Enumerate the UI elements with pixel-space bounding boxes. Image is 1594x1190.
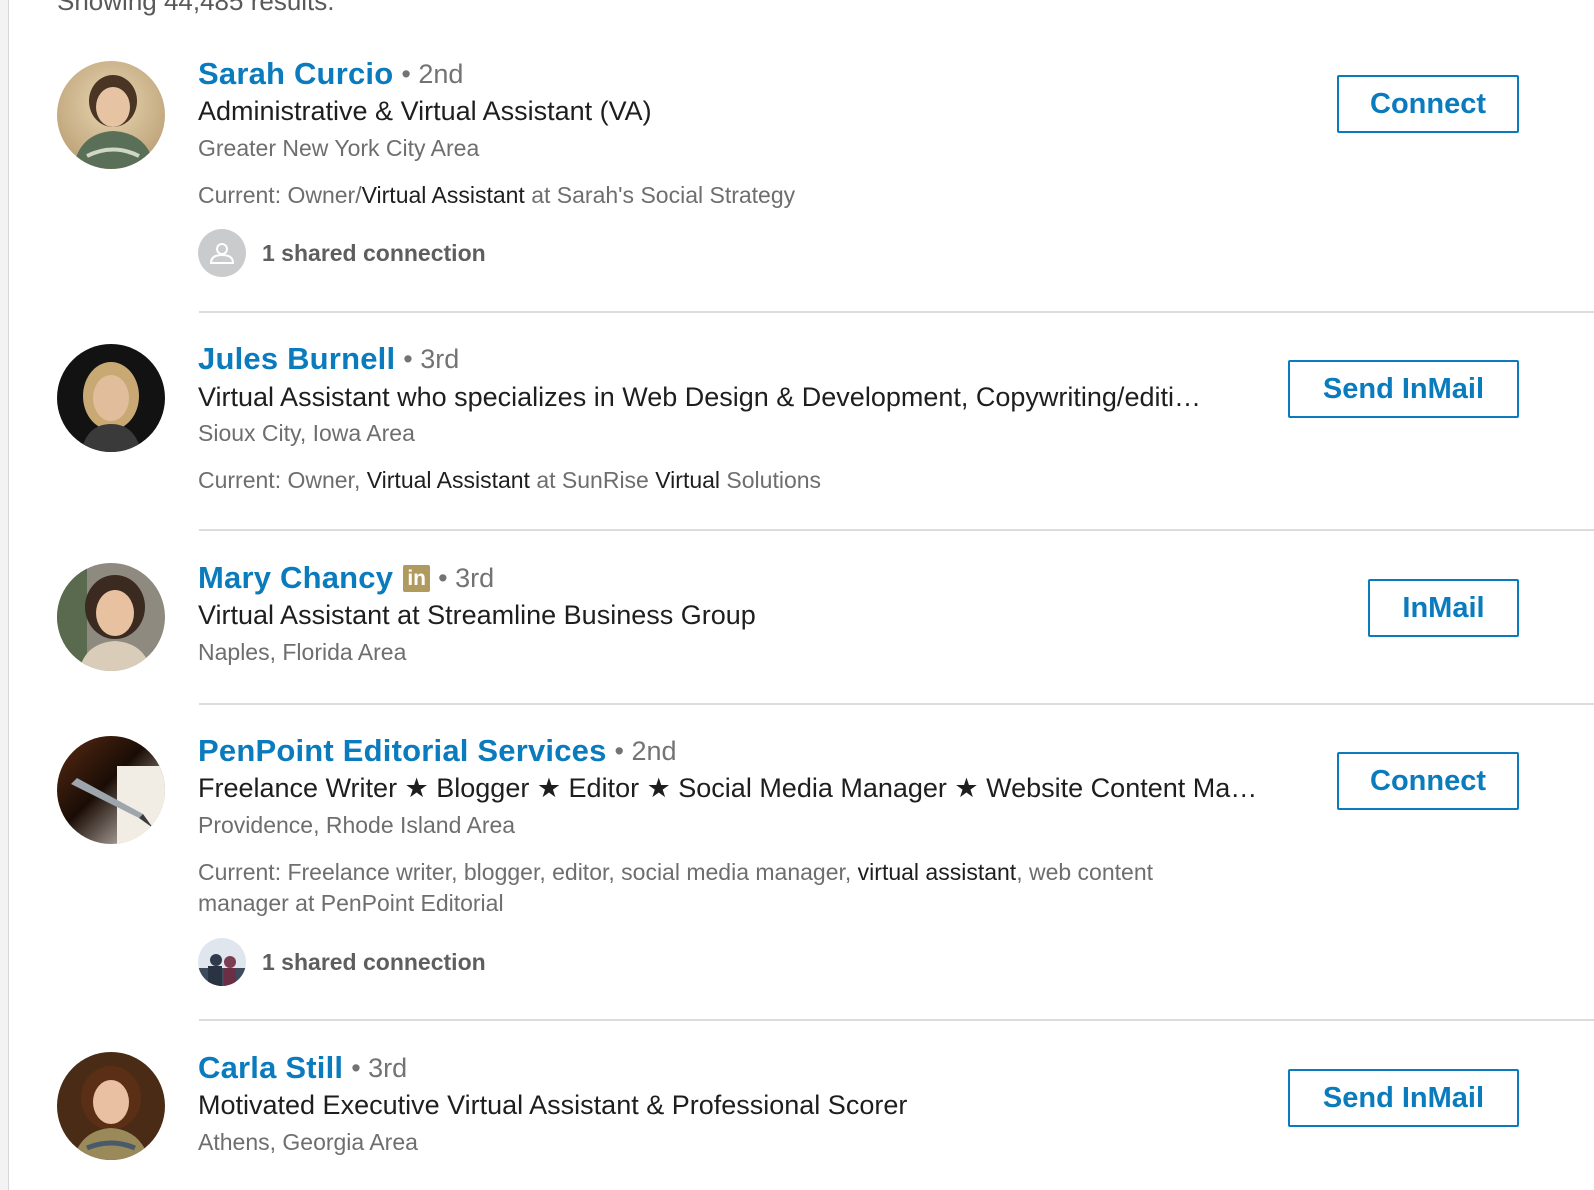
results-count: Showing 44,485 results. — [57, 0, 335, 16]
snippet-prefix: Current: Freelance writer, blogger, edit… — [198, 859, 858, 885]
send-inmail-button[interactable]: Send InMail — [1288, 1069, 1519, 1127]
profile-location: Providence, Rhode Island Area — [198, 812, 516, 838]
profile-avatar[interactable] — [57, 1052, 165, 1160]
current-position: Current: Owner/Virtual Assistant at Sara… — [198, 180, 1258, 211]
name-row: Sarah Curcio • 2nd — [198, 56, 463, 92]
name-row: Carla Still • 3rd — [198, 1050, 407, 1086]
profile-headline: Virtual Assistant who specializes in Web… — [198, 382, 1201, 412]
current-position: Current: Owner, Virtual Assistant at Sun… — [198, 465, 1258, 496]
shared-connection-text[interactable]: 1 shared connection — [262, 240, 486, 267]
snippet-prefix: Current: Owner, — [198, 467, 367, 493]
shared-connection-text[interactable]: 1 shared connection — [262, 949, 486, 976]
profile-location: Naples, Florida Area — [198, 639, 407, 665]
result-divider — [199, 703, 1594, 705]
snippet-middle: at SunRise — [529, 467, 656, 493]
profile-headline: Motivated Executive Virtual Assistant & … — [198, 1090, 908, 1120]
snippet-prefix: Current: Owner/ — [198, 182, 362, 208]
name-row: Jules Burnell • 3rd — [198, 341, 459, 377]
connection-degree: • 2nd — [401, 58, 464, 89]
snippet-highlight: Virtual — [655, 467, 721, 493]
profile-name-link[interactable]: Mary Chancy — [198, 560, 393, 596]
profile-name-link[interactable]: Carla Still — [198, 1050, 343, 1086]
linkedin-premium-icon: in — [403, 564, 431, 592]
inmail-button[interactable]: InMail — [1368, 579, 1519, 637]
profile-avatar[interactable] — [57, 563, 165, 671]
profile-headline: Administrative & Virtual Assistant (VA) — [198, 96, 652, 126]
snippet-suffix: Solutions — [720, 467, 822, 493]
connect-button[interactable]: Connect — [1337, 75, 1519, 133]
name-row: PenPoint Editorial Services • 2nd — [198, 733, 677, 769]
profile-name-link[interactable]: PenPoint Editorial Services — [198, 733, 607, 769]
snippet-highlight: Virtual Assistant — [366, 467, 530, 493]
profile-headline: Freelance Writer ★ Blogger ★ Editor ★ So… — [198, 773, 1258, 803]
snippet-highlight: virtual assistant — [857, 859, 1017, 885]
person-silhouette-icon — [198, 229, 246, 277]
connection-degree: • 3rd — [403, 343, 460, 374]
connection-degree: • 3rd — [351, 1052, 408, 1083]
profile-avatar[interactable] — [57, 61, 165, 169]
result-divider — [199, 1019, 1594, 1021]
snippet-suffix: at Sarah's Social Strategy — [524, 182, 796, 208]
profile-location: Sioux City, Iowa Area — [198, 420, 415, 446]
search-results-panel: Showing 44,485 results. Sarah Curcio • 2… — [8, 0, 1594, 1190]
profile-location: Greater New York City Area — [198, 135, 480, 161]
shared-connections[interactable]: 1 shared connection — [198, 229, 486, 277]
profile-name-link[interactable]: Sarah Curcio — [198, 56, 393, 92]
profile-location: Athens, Georgia Area — [198, 1129, 418, 1155]
shared-connections[interactable]: 1 shared connection — [198, 938, 486, 986]
profile-avatar[interactable] — [57, 736, 165, 844]
snippet-highlight: Virtual Assistant — [361, 182, 525, 208]
result-divider — [199, 529, 1594, 531]
profile-headline: Virtual Assistant at Streamline Business… — [198, 600, 756, 630]
result-divider — [199, 311, 1594, 313]
name-row: Mary Chancy in • 3rd — [198, 560, 494, 596]
connection-avatar — [198, 938, 246, 986]
current-position: Current: Freelance writer, blogger, edit… — [198, 857, 1218, 919]
profile-name-link[interactable]: Jules Burnell — [198, 341, 395, 377]
connect-button[interactable]: Connect — [1337, 752, 1519, 810]
profile-avatar[interactable] — [57, 344, 165, 452]
connection-degree: • 3rd — [438, 562, 495, 593]
connection-degree: • 2nd — [614, 735, 677, 766]
send-inmail-button[interactable]: Send InMail — [1288, 360, 1519, 418]
